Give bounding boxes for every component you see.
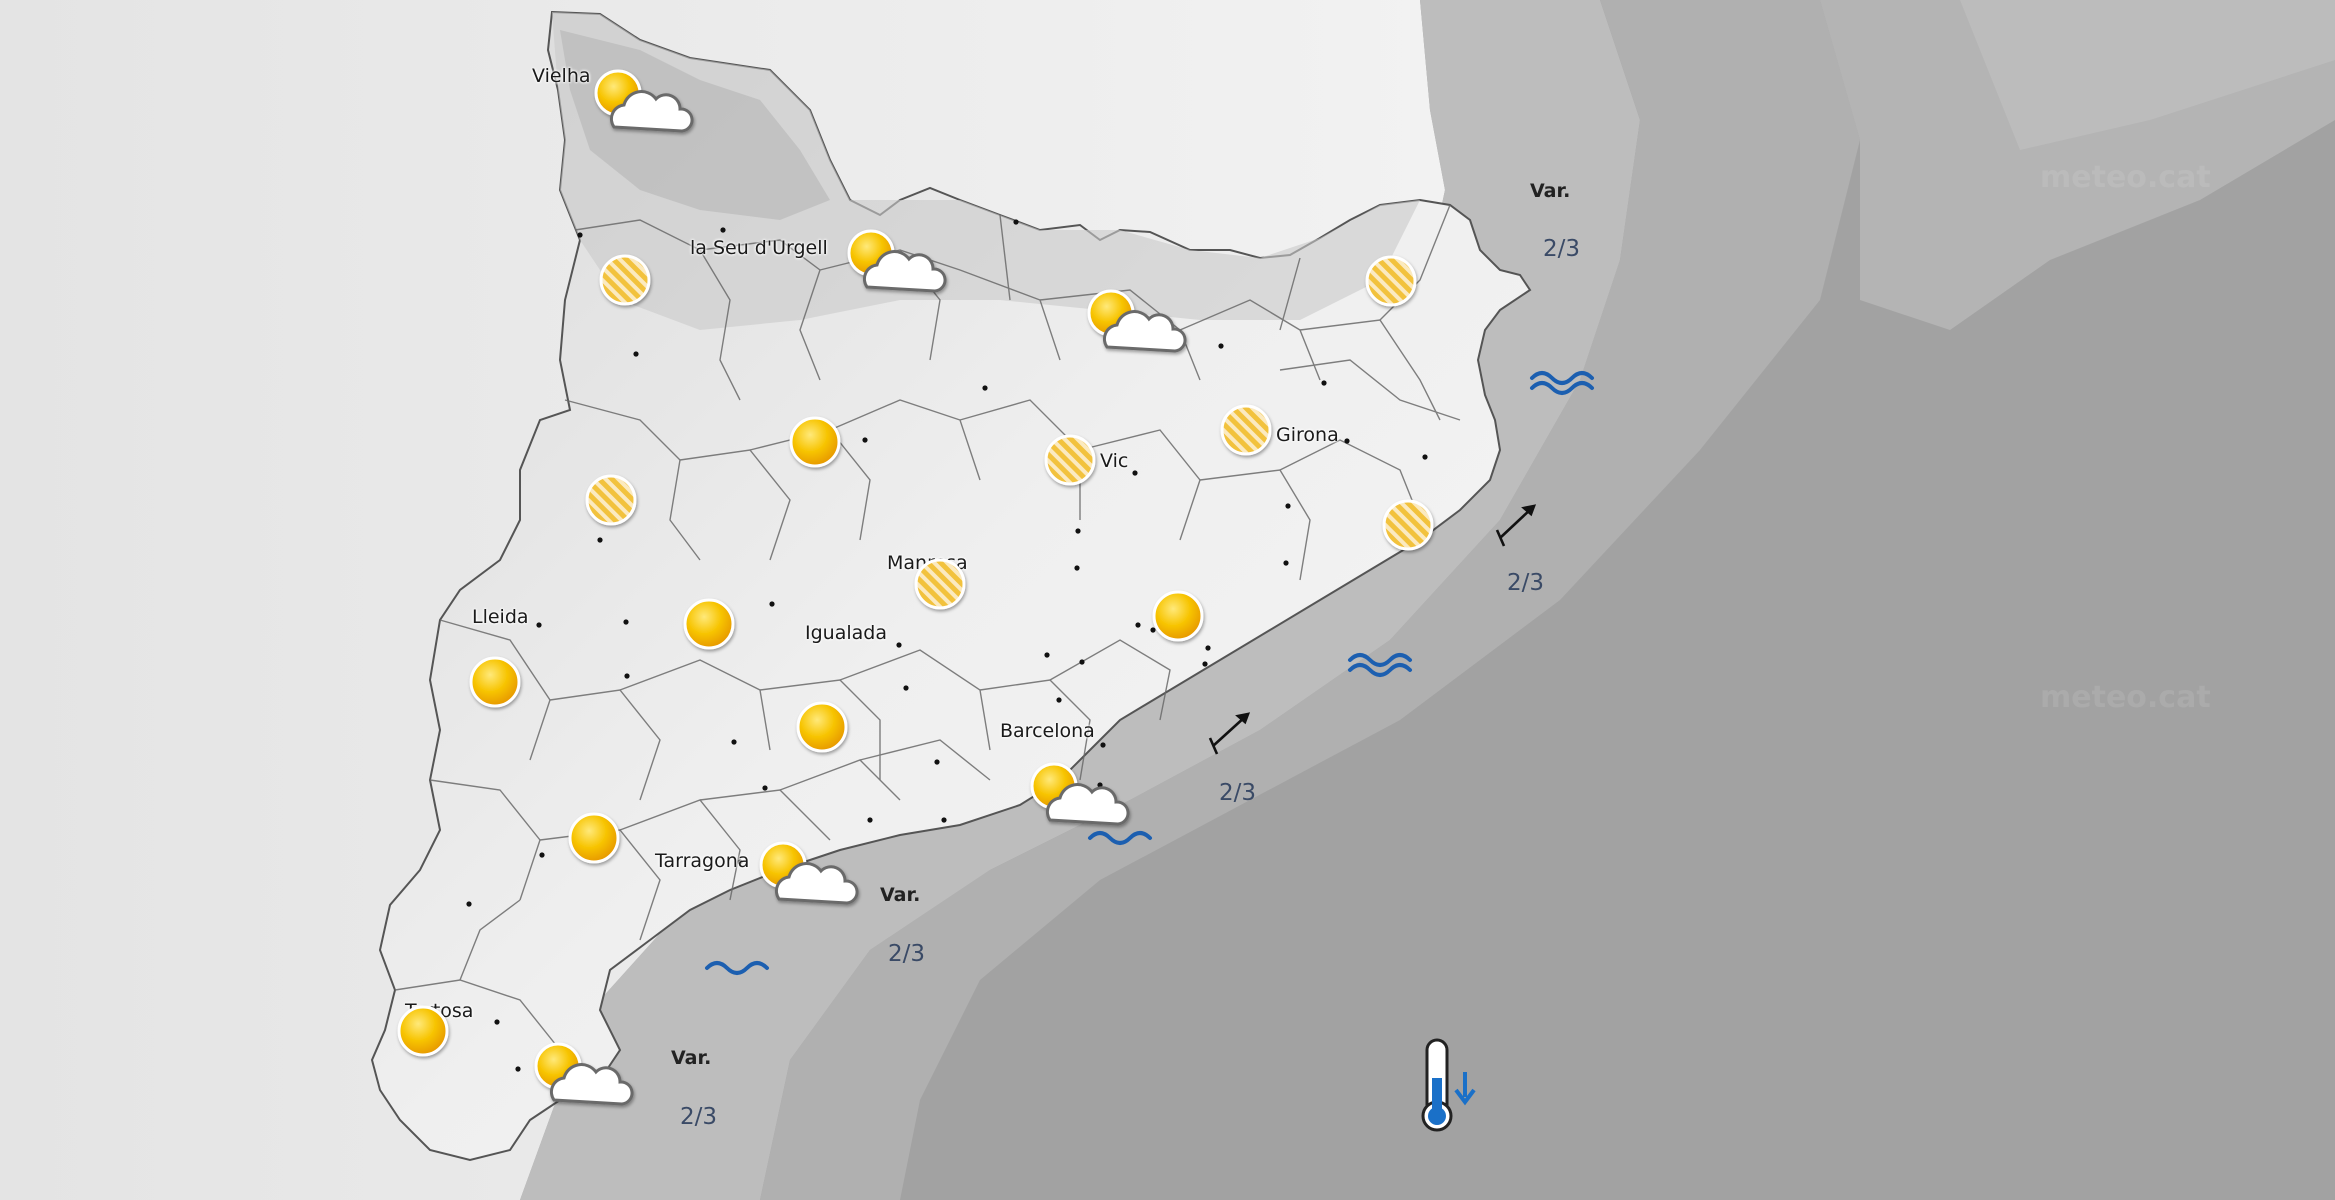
watermark: meteo.cat [2040, 680, 2211, 715]
sun-cloud-icon [594, 69, 694, 133]
city-label-seu-d-urgell: la Seu d'Urgell [690, 237, 828, 259]
sun-cloud-icon [1087, 289, 1187, 353]
watermark: meteo.cat [2040, 160, 2211, 195]
sun-icon [568, 812, 620, 864]
city-label-lleida: Lleida [472, 606, 529, 628]
sun-cloud-icon [759, 841, 859, 905]
hazy-sun-icon [599, 254, 651, 306]
sun-icon [469, 656, 521, 708]
hazy-sun-icon [1044, 434, 1096, 486]
wind-label-north: Var. [1530, 180, 1571, 202]
hazy-sun-icon [585, 474, 637, 526]
wave-height-north: 2/3 [1543, 236, 1581, 262]
sun-icon [789, 416, 841, 468]
sun-icon [796, 701, 848, 753]
hazy-sun-icon [1220, 404, 1272, 456]
hazy-sun-icon [1365, 255, 1417, 307]
city-label-barcelona: Barcelona [1000, 720, 1095, 742]
sun-cloud-icon [1030, 762, 1130, 826]
sun-icon [397, 1005, 449, 1057]
sun-cloud-icon [534, 1042, 634, 1106]
wave-height-tarragona: 2/3 [888, 941, 926, 967]
weather-map: meteo.cat meteo.cat Vielha la Seu d'Urge… [0, 0, 2335, 1200]
wind-label-tarragona: Var. [880, 884, 921, 906]
hazy-sun-icon [1382, 499, 1434, 551]
sun-icon [1152, 590, 1204, 642]
wave-height-costa-brava: 2/3 [1507, 570, 1545, 596]
wave-height-ebre: 2/3 [680, 1104, 718, 1130]
wave-height-central: 2/3 [1219, 780, 1257, 806]
city-label-vielha: Vielha [532, 65, 591, 87]
hazy-sun-icon [914, 558, 966, 610]
sun-icon [683, 598, 735, 650]
city-label-igualada: Igualada [805, 622, 887, 644]
wind-label-ebre: Var. [671, 1047, 712, 1069]
sun-cloud-icon [847, 229, 947, 293]
